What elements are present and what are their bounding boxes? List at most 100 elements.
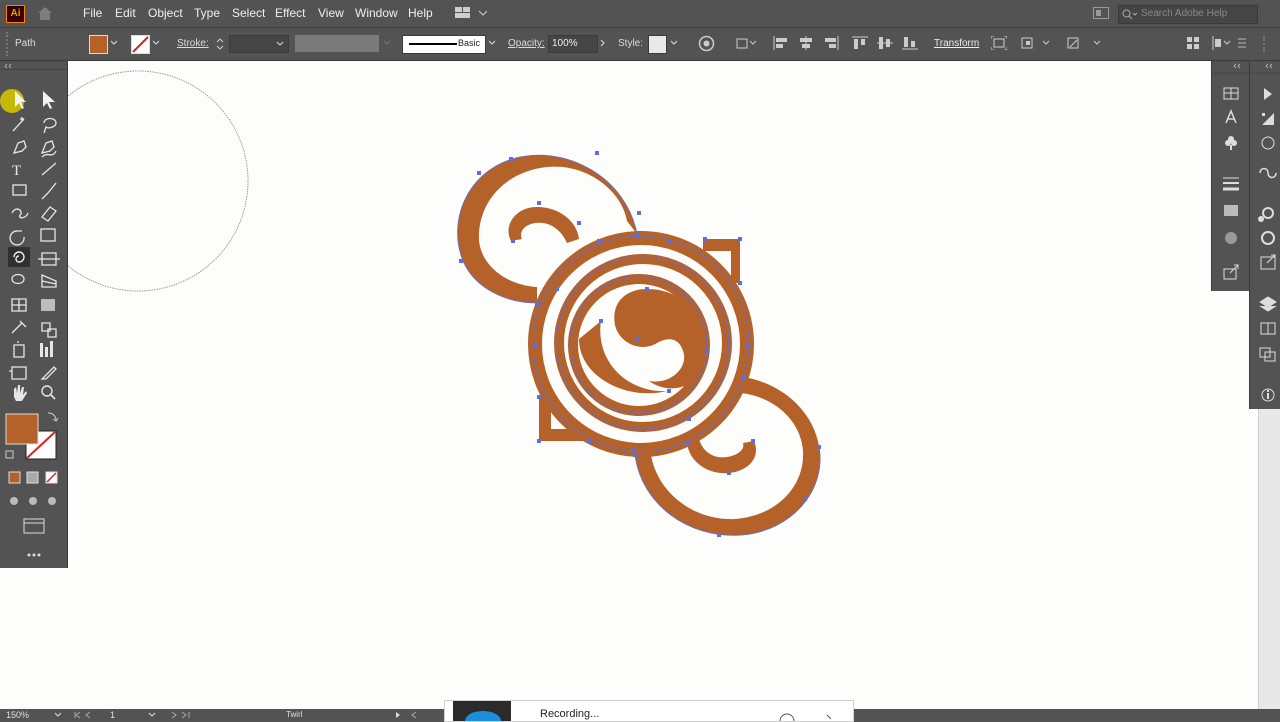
stroke-dropdown-icon[interactable] bbox=[152, 39, 160, 47]
artwork[interactable] bbox=[67, 61, 1211, 709]
rotate-tool-icon[interactable] bbox=[9, 230, 25, 246]
style-dropdown-icon[interactable] bbox=[670, 39, 678, 47]
perspective-grid-tool-icon[interactable] bbox=[41, 274, 57, 288]
tools-panel: T bbox=[0, 61, 68, 568]
canvas-area-right[interactable] bbox=[1211, 291, 1249, 709]
control-bar: Path Stroke: Basic Opacity: 100% Style: … bbox=[0, 28, 1280, 61]
align-right-icon[interactable] bbox=[823, 36, 839, 50]
hand-tool-icon[interactable] bbox=[14, 385, 27, 401]
control-bar-grip[interactable] bbox=[6, 32, 10, 56]
swap-fill-stroke-icon bbox=[47, 412, 59, 422]
canvas-area-lower-left[interactable] bbox=[0, 568, 67, 709]
recording-widget-badge bbox=[453, 701, 511, 721]
profile-dropdown-icon[interactable] bbox=[383, 39, 391, 47]
panel-layout-icon[interactable] bbox=[1186, 36, 1200, 50]
stroke-label[interactable]: Stroke: bbox=[177, 38, 209, 49]
slice-tool-icon[interactable] bbox=[40, 366, 57, 380]
transform-link[interactable]: Transform bbox=[934, 38, 979, 49]
menu-edit[interactable]: Edit bbox=[115, 6, 136, 20]
vertical-scrollbar[interactable] bbox=[1258, 409, 1280, 709]
select-similar-icon[interactable] bbox=[1021, 36, 1051, 50]
screen-recording-widget[interactable]: Recording... bbox=[444, 700, 854, 722]
tools-panel-header[interactable] bbox=[0, 63, 67, 70]
line-tool-icon[interactable] bbox=[41, 162, 57, 176]
align-vertical-center-icon[interactable] bbox=[877, 36, 893, 50]
eraser-tool-icon[interactable] bbox=[41, 206, 57, 222]
fill-swatch[interactable] bbox=[89, 35, 108, 54]
search-box[interactable]: Search Adobe Help bbox=[1118, 5, 1258, 24]
isolate-selected-object-icon[interactable] bbox=[991, 36, 1007, 50]
distribute-options-icon[interactable] bbox=[1211, 36, 1231, 50]
menu-help[interactable]: Help bbox=[408, 6, 433, 20]
eyedropper-tool-icon[interactable] bbox=[11, 320, 27, 334]
type-tool-icon[interactable]: T bbox=[12, 163, 21, 179]
lasso-tool-icon[interactable] bbox=[43, 117, 57, 134]
pathfinder-panel-icon bbox=[1259, 347, 1276, 362]
artboard-dropdown-icon[interactable] bbox=[148, 711, 156, 719]
fill-dropdown-icon[interactable] bbox=[110, 39, 118, 47]
document-canvas[interactable] bbox=[67, 61, 1211, 709]
stroke-weight-field[interactable] bbox=[229, 35, 289, 53]
opacity-arrow-icon[interactable] bbox=[599, 39, 607, 47]
artboard-number[interactable]: 1 bbox=[110, 710, 115, 720]
shape-builder-tool-icon[interactable] bbox=[11, 273, 25, 285]
artboard-next-last-icon[interactable] bbox=[168, 711, 192, 719]
opacity-label[interactable]: Opacity: bbox=[508, 38, 545, 49]
align-to-icon[interactable] bbox=[736, 36, 758, 50]
opacity-value: 100% bbox=[552, 38, 578, 49]
pen-tool-icon[interactable] bbox=[12, 140, 27, 154]
rectangle-tool-icon[interactable] bbox=[12, 184, 27, 196]
artboard-tool-icon[interactable] bbox=[9, 366, 27, 380]
opacity-field[interactable]: 100% bbox=[548, 35, 598, 53]
align-left-icon[interactable] bbox=[773, 36, 789, 50]
curvature-tool-icon[interactable] bbox=[40, 140, 57, 158]
arrange-options-icon[interactable] bbox=[1066, 36, 1102, 50]
menu-window[interactable]: Window bbox=[355, 6, 398, 20]
menu-file[interactable]: File bbox=[83, 6, 102, 20]
control-menu-icon[interactable] bbox=[1236, 37, 1248, 49]
fill-swatch-large bbox=[5, 413, 39, 445]
mesh-tool-icon[interactable] bbox=[11, 298, 27, 312]
brush-dropdown-icon[interactable] bbox=[488, 39, 496, 47]
menu-object[interactable]: Object bbox=[148, 6, 183, 20]
home-icon[interactable] bbox=[36, 5, 54, 21]
arrange-documents-icon[interactable] bbox=[1093, 7, 1109, 19]
paintbrush-tool-icon[interactable] bbox=[41, 182, 57, 200]
graphic-style-swatch[interactable] bbox=[648, 35, 667, 54]
align-bottom-icon[interactable] bbox=[902, 36, 918, 50]
gradient-tool-icon[interactable] bbox=[41, 299, 55, 311]
zoom-level[interactable]: 150% bbox=[6, 710, 29, 720]
current-tool-name: Twirl bbox=[286, 710, 303, 719]
recolor-artwork-icon[interactable] bbox=[698, 35, 715, 52]
magic-wand-tool-icon[interactable] bbox=[12, 117, 25, 132]
zoom-tool-icon[interactable] bbox=[41, 385, 56, 400]
align-horizontal-center-icon[interactable] bbox=[798, 36, 814, 50]
status-menu-arrows-icon[interactable] bbox=[394, 711, 420, 719]
menu-select[interactable]: Select bbox=[232, 6, 265, 20]
free-transform-tool-icon[interactable] bbox=[38, 252, 60, 266]
workspace-switcher-icon[interactable] bbox=[455, 7, 487, 19]
symbols-panel-icon bbox=[1225, 136, 1237, 150]
control-bar-end-grip[interactable] bbox=[1263, 36, 1267, 52]
stroke-swatch[interactable] bbox=[131, 35, 150, 54]
layers-panel-icon bbox=[1259, 296, 1277, 312]
gradient-mode-icon bbox=[26, 471, 39, 484]
align-top-icon[interactable] bbox=[852, 36, 868, 50]
shaper-tool-icon[interactable] bbox=[11, 208, 29, 219]
variable-width-profile[interactable] bbox=[295, 35, 379, 52]
direct-selection-tool-icon[interactable] bbox=[43, 91, 55, 109]
brush-definition-field[interactable]: Basic bbox=[402, 35, 486, 54]
graphic-styles-panel-icon bbox=[1261, 136, 1275, 150]
zoom-dropdown-icon[interactable] bbox=[54, 711, 62, 719]
artboard-first-prev-icon[interactable] bbox=[72, 711, 96, 719]
stroke-weight-stepper[interactable] bbox=[215, 36, 225, 52]
menu-view[interactable]: View bbox=[318, 6, 344, 20]
blend-tool-icon[interactable] bbox=[41, 322, 57, 338]
scale-tool-icon[interactable] bbox=[40, 228, 56, 242]
default-fill-stroke-icon bbox=[5, 450, 14, 459]
menu-type[interactable]: Type bbox=[194, 6, 220, 20]
symbol-sprayer-tool-icon[interactable] bbox=[13, 341, 25, 358]
column-graph-tool-icon[interactable] bbox=[40, 343, 43, 357]
canvas-area-right-edge[interactable] bbox=[1249, 409, 1258, 709]
menu-effect[interactable]: Effect bbox=[275, 6, 305, 20]
